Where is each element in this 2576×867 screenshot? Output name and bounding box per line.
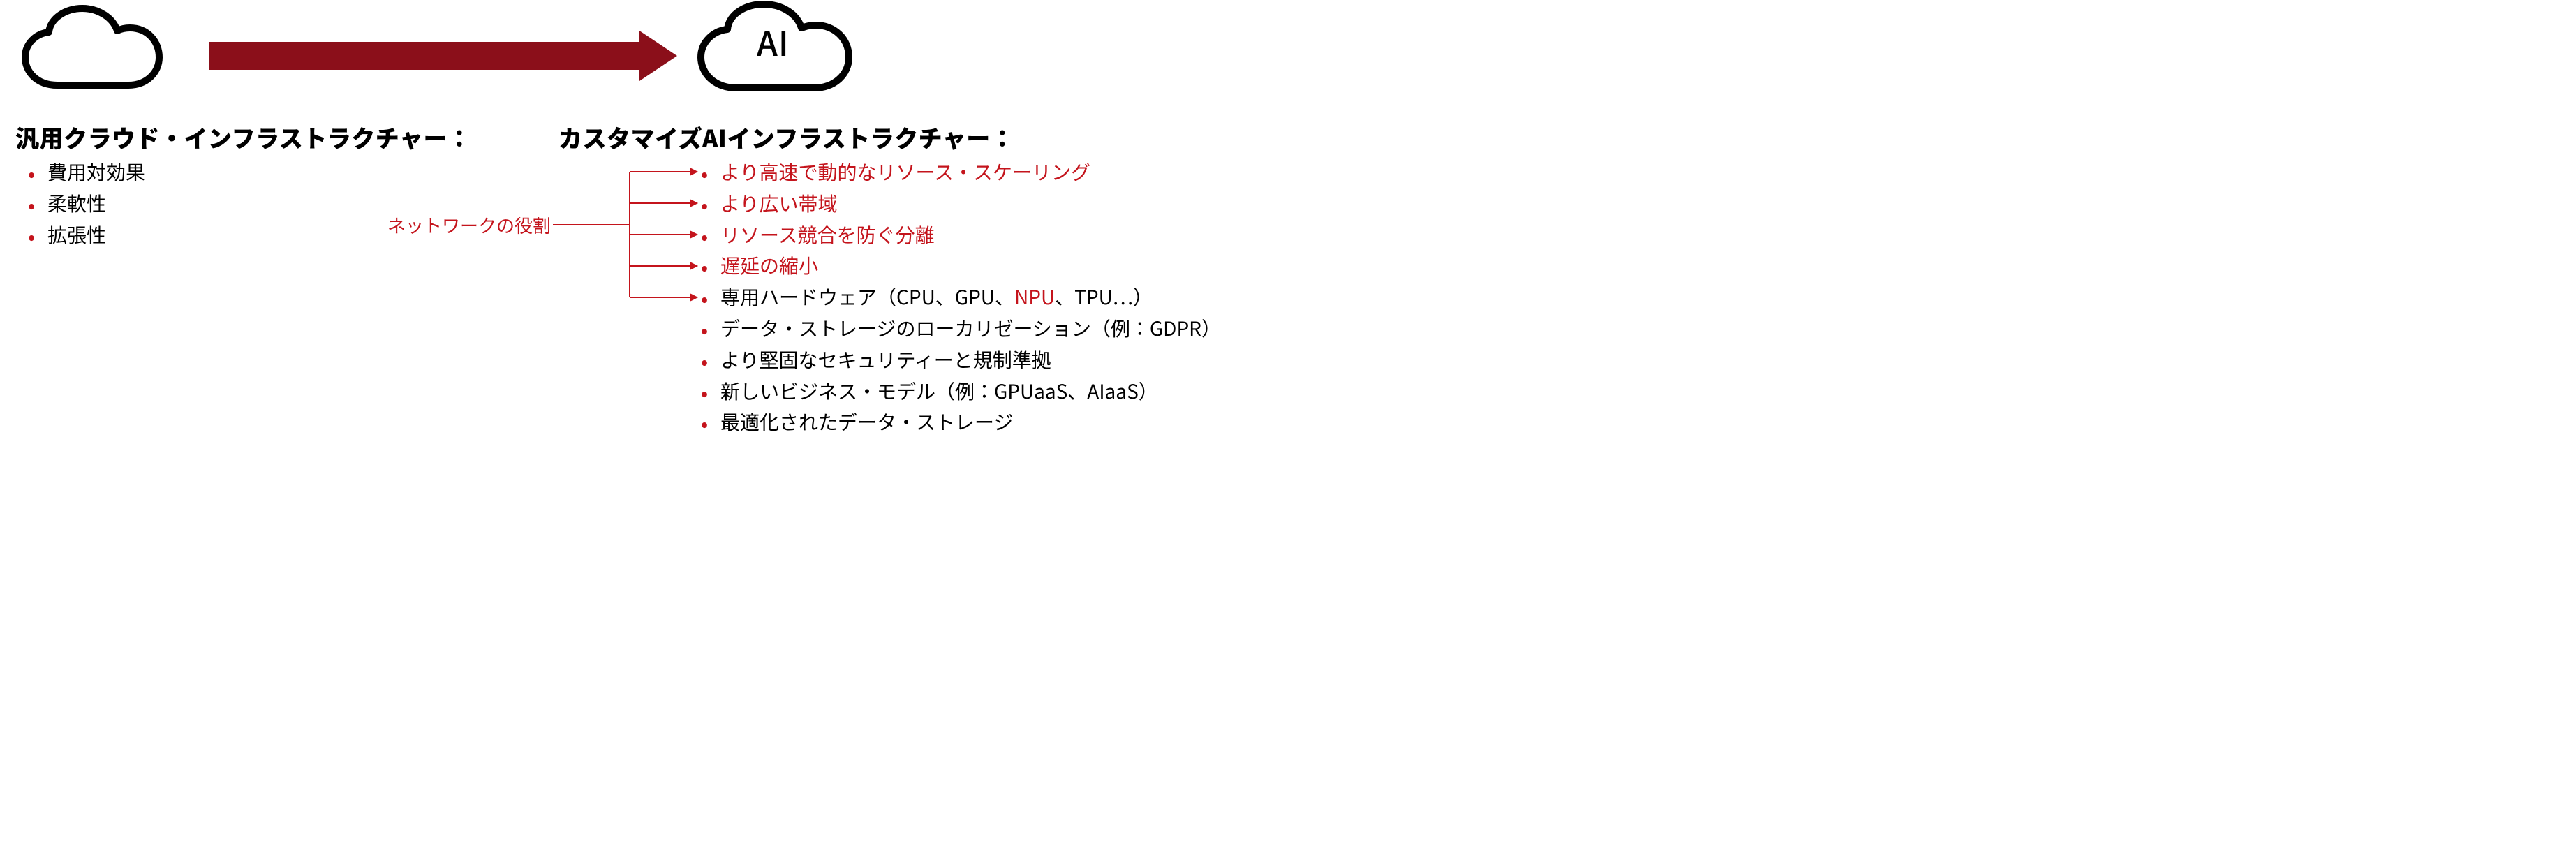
list-item: より堅固なセキュリティーと規制準拠 [701, 344, 1221, 376]
arrow-head-icon [639, 31, 677, 81]
bullet-text-highlight: NPU [1014, 283, 1055, 311]
list-item: 費用対効果 [28, 156, 145, 188]
diagram-canvas: AI 汎用クラウド・インフラストラクチャー： カスタマイズAIインフラストラクチ… [0, 0, 1288, 434]
cloud-icon-left [15, 3, 169, 101]
left-bullet-list: 費用対効果 柔軟性 拡張性 [28, 156, 145, 250]
left-heading: 汎用クラウド・インフラストラクチャー： [15, 120, 471, 154]
bullet-text-pre: 専用ハードウェア（CPU、GPU、 [720, 283, 1014, 311]
list-item: 最適化されたデータ・ストレージ [701, 406, 1221, 438]
list-item: 拡張性 [28, 219, 145, 251]
list-item: 専用ハードウェア（CPU、GPU、NPU、TPU…） [701, 281, 1221, 313]
list-item: 柔軟性 [28, 188, 145, 219]
arrow-shaft [209, 42, 639, 70]
list-item: リソース競合を防ぐ分離 [701, 219, 1221, 251]
list-item: より広い帯域 [701, 188, 1221, 219]
list-item: データ・ストレージのローカリゼーション（例：GDPR） [701, 313, 1221, 344]
connector-tree-icon [553, 162, 699, 309]
list-item: 新しいビジネス・モデル（例：GPUaaS、AIaaS） [701, 376, 1221, 407]
right-bullet-list: より高速で動的なリソース・スケーリング より広い帯域 リソース競合を防ぐ分離 遅… [701, 156, 1221, 438]
list-item: 遅延の縮小 [701, 250, 1221, 281]
bullet-text-post: 、TPU…） [1055, 283, 1153, 311]
right-heading: カスタマイズAIインフラストラクチャー： [558, 120, 1014, 154]
list-item: より高速で動的なリソース・スケーリング [701, 156, 1221, 188]
connector-label: ネットワークの役割 [387, 212, 551, 238]
cloud-right-label: AI [757, 17, 790, 66]
transition-arrow [209, 36, 677, 75]
